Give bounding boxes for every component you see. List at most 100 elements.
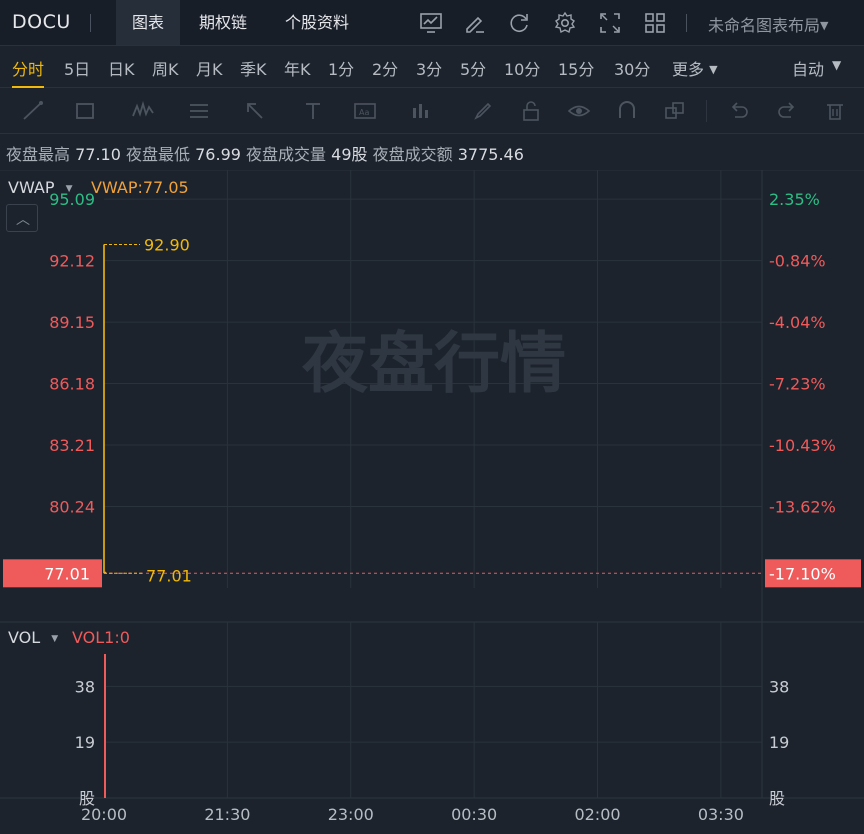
time-tick-label: 23:00 (328, 805, 374, 824)
period-10min[interactable]: 10分 (504, 56, 540, 80)
price-tick-label: 83.21 (49, 436, 95, 455)
period-yearly-k[interactable]: 年K (284, 56, 311, 80)
time-tick-label: 00:30 (451, 805, 497, 824)
time-tick-label: 03:30 (698, 805, 744, 824)
layout-grid-icon[interactable] (642, 10, 668, 36)
period-weekly-k[interactable]: 周K (152, 56, 179, 80)
volume-bar (104, 654, 106, 798)
min-marker-label: 77.01 (146, 566, 192, 585)
current-pct-label: -17.10% (769, 564, 836, 583)
magnet-icon[interactable] (614, 98, 640, 124)
night-volume-value: 49股 (331, 145, 368, 164)
caret-down-icon: ▼ (51, 634, 59, 644)
period-bar: 分时 5日 日K 周K 月K 季K 年K 1分 2分 3分 5分 10分 15分… (0, 46, 864, 88)
tab-company-profile[interactable]: 个股资料 (270, 0, 364, 45)
undo-icon[interactable] (726, 98, 752, 124)
tab-chart[interactable]: 图表 (116, 0, 180, 45)
night-amount-label: 夜盘成交额 (372, 145, 453, 164)
chevron-up-icon: ︿ (16, 212, 30, 228)
layers-icon[interactable] (662, 98, 688, 124)
vwap-value: VWAP:77.05 (91, 178, 189, 197)
scale-auto-dropdown[interactable]: 自动 (792, 56, 824, 80)
edit-icon[interactable] (462, 10, 488, 36)
main-indicator-name: VWAP (8, 178, 55, 197)
time-tick-label: 20:00 (81, 805, 127, 824)
svg-text:Aa: Aa (359, 108, 369, 117)
collapse-button[interactable]: ︿ (6, 204, 38, 232)
night-low-value: 76.99 (195, 145, 241, 164)
period-1min[interactable]: 1分 (328, 56, 354, 80)
period-intraday[interactable]: 分时 (12, 56, 45, 88)
tab-option-chain[interactable]: 期权链 (186, 0, 260, 45)
percent-tick-label: -7.23% (769, 375, 826, 394)
wave-pattern-icon[interactable] (130, 98, 156, 124)
fullscreen-icon[interactable] (597, 10, 623, 36)
night-low-label: 夜盘最低 (126, 145, 191, 164)
fibonacci-icon[interactable] (186, 98, 212, 124)
night-amount-value: 3775.46 (457, 145, 524, 164)
volume-tick-label-right: 股 (769, 789, 785, 808)
period-more-label: 更多 (672, 60, 705, 79)
percent-tick-label: -4.04% (769, 313, 826, 332)
intraday-chart[interactable]: 夜盘行情 95.0992.1289.1586.1883.2180.24 2.35… (0, 170, 864, 834)
time-tick-label: 02:00 (574, 805, 620, 824)
sub-indicator-selector[interactable]: VOL ▼ (8, 628, 58, 647)
brush-icon[interactable] (470, 98, 496, 124)
period-5min[interactable]: 5分 (460, 56, 486, 80)
current-price-label: 77.01 (44, 564, 90, 583)
ticker-separator (90, 14, 91, 32)
period-monthly-k[interactable]: 月K (196, 56, 223, 80)
price-tick-label: 86.18 (49, 375, 95, 394)
chevron-down-icon[interactable]: ▼ (832, 58, 841, 72)
volume-tick-label-right: 19 (769, 733, 789, 752)
chart-monitor-icon[interactable] (418, 10, 444, 36)
night-high-label: 夜盘最高 (6, 145, 71, 164)
price-tick-label: 80.24 (49, 497, 95, 516)
price-series: 77.01 -17.10% 92.90 77.01 (3, 235, 861, 588)
layout-name-label: 未命名图表布局 (708, 16, 821, 35)
period-2min[interactable]: 2分 (372, 56, 398, 80)
trend-line-icon[interactable] (20, 98, 46, 124)
label-tool-icon[interactable]: Aa (352, 98, 378, 124)
rectangle-icon[interactable] (72, 98, 98, 124)
time-axis: 20:00 21:30 23:00 00:30 02:00 03:30 (81, 805, 744, 824)
percent-tick-label: -0.84% (769, 252, 826, 271)
eye-icon[interactable] (566, 98, 592, 124)
max-marker-label: 92.90 (144, 235, 190, 254)
period-5day[interactable]: 5日 (64, 56, 90, 80)
period-15min[interactable]: 15分 (558, 56, 594, 80)
percent-tick-label: -13.62% (769, 497, 836, 516)
price-axis: 95.0992.1289.1586.1883.2180.24 (49, 190, 95, 516)
ticker-symbol[interactable]: DOCU (12, 11, 71, 33)
period-30min[interactable]: 30分 (614, 56, 650, 80)
caret-down-icon: ▼ (820, 19, 829, 32)
night-volume-label: 夜盘成交量 (246, 145, 327, 164)
period-daily-k[interactable]: 日K (108, 56, 135, 80)
layout-name-dropdown[interactable]: 未命名图表布局▼ (708, 12, 828, 36)
top-bar: DOCU 图表 期权链 个股资料 未命名图表布局▼ (0, 0, 864, 46)
volume-grid (104, 685, 762, 743)
period-3min[interactable]: 3分 (416, 56, 442, 80)
volume-tick-label: 38 (75, 677, 95, 696)
main-indicator-selector[interactable]: VWAP ▼ (8, 178, 73, 197)
caret-down-icon: ▼ (65, 184, 73, 194)
trash-icon[interactable] (822, 98, 848, 124)
drawing-toolbar: Aa (0, 88, 864, 134)
period-more[interactable]: 更多 ▼ (672, 56, 718, 80)
redo-icon[interactable] (774, 98, 800, 124)
scale-auto-label: 自动 (791, 60, 824, 79)
arrow-icon[interactable] (242, 98, 268, 124)
period-quarterly-k[interactable]: 季K (240, 56, 267, 80)
night-high-value: 77.10 (75, 145, 121, 164)
volume-tick-label-right: 38 (769, 677, 789, 696)
watermark-text: 夜盘行情 (301, 325, 566, 402)
caret-down-icon: ▼ (709, 63, 718, 76)
refresh-icon[interactable] (506, 10, 532, 36)
volume-tick-label: 19 (75, 733, 95, 752)
price-tick-label: 89.15 (49, 313, 95, 332)
text-tool-icon[interactable] (300, 98, 326, 124)
sub-indicator-name: VOL (8, 628, 41, 647)
price-range-icon[interactable] (408, 98, 434, 124)
lock-icon[interactable] (518, 98, 544, 124)
settings-gear-icon[interactable] (552, 10, 578, 36)
